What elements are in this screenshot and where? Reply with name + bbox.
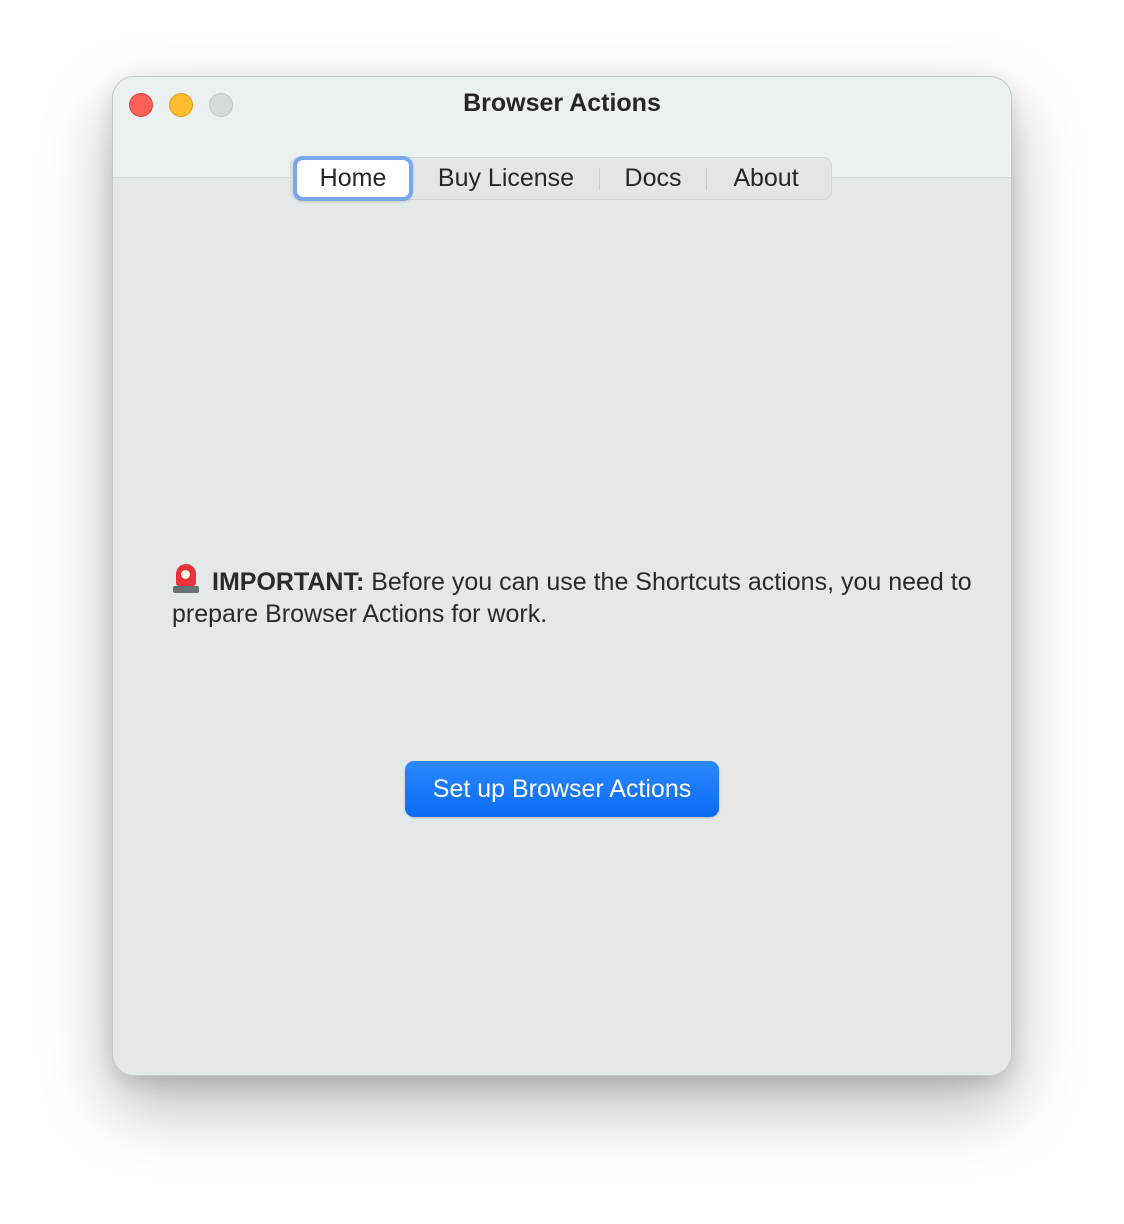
app-window: Browser Actions IMPORTANT: Before you ca…: [112, 76, 1012, 1076]
tab-about[interactable]: About: [707, 158, 825, 199]
window-title: Browser Actions: [463, 89, 661, 117]
tab-content-area: IMPORTANT: Before you can use the Shortc…: [113, 177, 1011, 1075]
important-notice: IMPORTANT: Before you can use the Shortc…: [172, 564, 972, 630]
setup-browser-actions-button[interactable]: Set up Browser Actions: [405, 761, 719, 817]
tab-home[interactable]: Home: [293, 156, 413, 201]
tab-bar: Home Buy License Docs About: [290, 156, 832, 201]
police-siren-icon: [172, 564, 200, 594]
tab-buy-license[interactable]: Buy License: [413, 158, 599, 199]
important-label: IMPORTANT:: [212, 568, 365, 596]
tab-docs[interactable]: Docs: [600, 158, 706, 199]
